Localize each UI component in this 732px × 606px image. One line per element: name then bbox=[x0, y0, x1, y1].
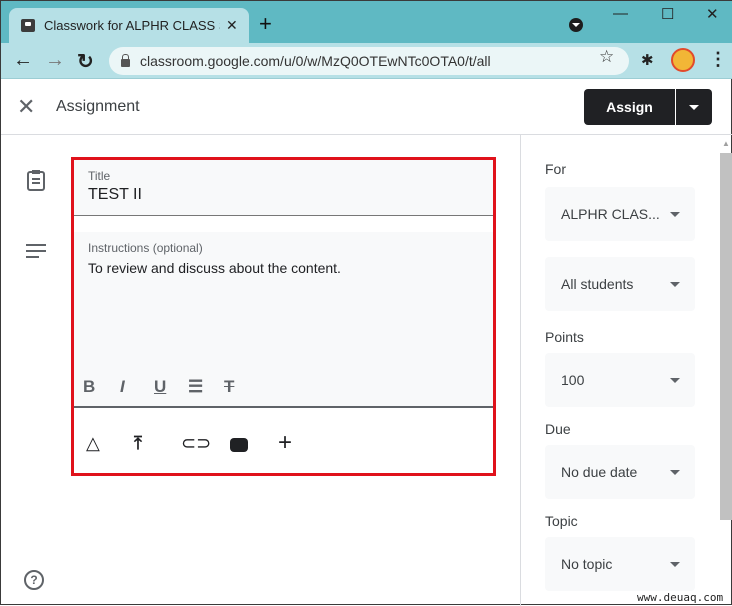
instructions-input[interactable]: To review and discuss about the content. bbox=[88, 260, 341, 276]
scroll-up-icon[interactable]: ▲ bbox=[720, 139, 732, 151]
instructions-label: Instructions (optional) bbox=[88, 241, 203, 255]
reload-icon[interactable]: ↻ bbox=[77, 49, 94, 74]
url-text: classroom.google.com/u/0/w/MzQ0OTEwNTc0O… bbox=[140, 53, 491, 69]
tab-search-icon[interactable] bbox=[569, 18, 583, 32]
chevron-down-icon bbox=[689, 104, 699, 110]
page-title: Assignment bbox=[56, 98, 140, 115]
students-value: All students bbox=[561, 276, 634, 292]
profile-avatar[interactable] bbox=[671, 48, 695, 72]
google-drive-icon[interactable]: △ bbox=[86, 433, 100, 454]
due-value: No due date bbox=[561, 464, 638, 480]
tab-title: Classwork for ALPHR CLASS SAMPLE bbox=[44, 18, 220, 33]
watermark: www.deuaq.com bbox=[637, 591, 724, 604]
classroom-favicon-icon bbox=[21, 19, 35, 32]
title-input[interactable]: TEST II bbox=[88, 186, 142, 204]
browser-tab[interactable]: Classwork for ALPHR CLASS SAMPLE ✕ bbox=[9, 8, 249, 43]
points-select[interactable]: 100 bbox=[545, 353, 695, 407]
assign-button[interactable]: Assign bbox=[584, 89, 676, 125]
browser-tab-bar: Classwork for ALPHR CLASS SAMPLE ✕ + — ☐… bbox=[1, 1, 732, 43]
browser-toolbar: ← → ↻ classroom.google.com/u/0/w/MzQ0OTE… bbox=[1, 43, 732, 79]
dropdown-arrow-icon bbox=[670, 378, 680, 383]
help-icon[interactable]: ? bbox=[24, 570, 44, 590]
due-select[interactable]: No due date bbox=[545, 445, 695, 499]
clear-formatting-icon[interactable]: T bbox=[224, 377, 234, 397]
assign-options-button[interactable] bbox=[676, 89, 712, 125]
minimize-icon[interactable]: — bbox=[613, 5, 628, 22]
close-icon[interactable]: ✕ bbox=[17, 94, 35, 120]
address-bar[interactable]: classroom.google.com/u/0/w/MzQ0OTEwNTc0O… bbox=[109, 47, 629, 75]
new-tab-icon[interactable]: + bbox=[259, 11, 272, 37]
window-close-icon[interactable]: ✕ bbox=[706, 5, 719, 23]
link-icon[interactable]: ⊂⊃ bbox=[181, 433, 211, 454]
upload-icon[interactable]: ⤒ bbox=[134, 433, 142, 454]
notes-icon bbox=[26, 244, 46, 258]
forward-icon[interactable]: → bbox=[45, 49, 65, 72]
close-tab-icon[interactable]: ✕ bbox=[226, 17, 238, 34]
points-value: 100 bbox=[561, 372, 585, 388]
points-label: Points bbox=[545, 329, 584, 345]
title-label: Title bbox=[88, 169, 111, 183]
topic-label: Topic bbox=[545, 513, 578, 529]
for-label: For bbox=[545, 161, 566, 177]
bookmark-star-icon[interactable]: ☆ bbox=[599, 47, 614, 67]
create-icon[interactable]: + bbox=[278, 429, 292, 457]
dropdown-arrow-icon bbox=[670, 562, 680, 567]
class-value: ALPHR CLAS... bbox=[561, 206, 660, 222]
bold-icon[interactable]: B bbox=[83, 377, 95, 397]
maximize-icon[interactable]: ☐ bbox=[661, 5, 674, 23]
title-field[interactable]: Title TEST II bbox=[74, 160, 493, 216]
dropdown-arrow-icon bbox=[670, 282, 680, 287]
assignment-header: ✕ Assignment Assign bbox=[1, 80, 732, 135]
back-icon[interactable]: ← bbox=[13, 49, 33, 72]
bulleted-list-icon[interactable]: ☰ bbox=[188, 377, 203, 397]
assign-button-group: Assign bbox=[584, 89, 712, 125]
assignment-icon bbox=[27, 170, 45, 191]
youtube-icon[interactable] bbox=[230, 438, 248, 452]
instructions-field[interactable]: Instructions (optional) To review and di… bbox=[74, 232, 493, 408]
extensions-icon[interactable]: ✱ bbox=[641, 51, 654, 69]
students-select[interactable]: All students bbox=[545, 257, 695, 311]
topic-value: No topic bbox=[561, 556, 613, 572]
italic-icon[interactable]: I bbox=[120, 377, 125, 397]
due-label: Due bbox=[545, 421, 571, 437]
dropdown-arrow-icon bbox=[670, 212, 680, 217]
lock-icon bbox=[121, 54, 130, 67]
scrollbar-thumb[interactable] bbox=[720, 153, 732, 520]
browser-menu-icon[interactable]: ⋮ bbox=[709, 49, 727, 70]
topic-select[interactable]: No topic bbox=[545, 537, 695, 591]
divider bbox=[520, 135, 521, 606]
class-select[interactable]: ALPHR CLAS... bbox=[545, 187, 695, 241]
underline-icon[interactable]: U bbox=[154, 377, 166, 397]
dropdown-arrow-icon bbox=[670, 470, 680, 475]
